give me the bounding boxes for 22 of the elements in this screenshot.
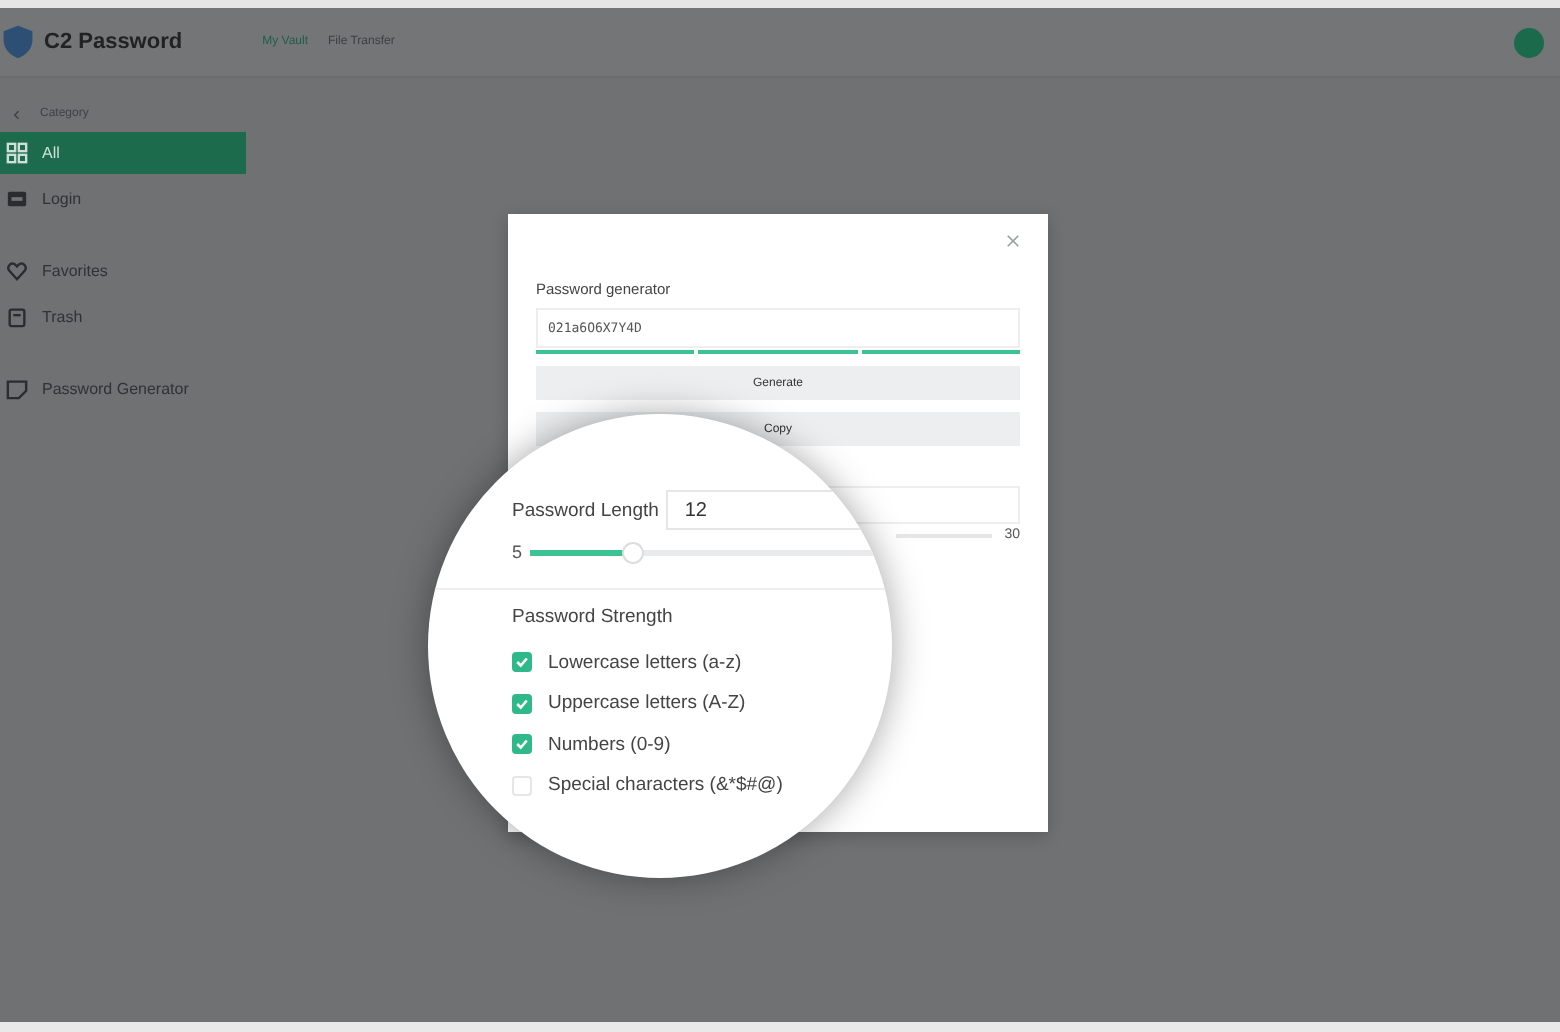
option-label[interactable]: Special characters (&*$#@) bbox=[548, 774, 783, 797]
close-icon[interactable] bbox=[1006, 234, 1020, 248]
avatar[interactable] bbox=[1514, 27, 1544, 57]
checkbox[interactable] bbox=[512, 652, 532, 673]
tag-icon bbox=[6, 378, 28, 400]
trash-icon bbox=[6, 306, 28, 328]
grid-icon bbox=[6, 142, 28, 164]
option-label[interactable]: Lowercase letters (a-z) bbox=[548, 651, 742, 674]
option-label[interactable]: Numbers (0-9) bbox=[548, 733, 671, 756]
shield-logo-icon bbox=[0, 24, 36, 60]
card-icon bbox=[6, 188, 28, 210]
checkbox[interactable] bbox=[512, 734, 532, 755]
strength-label: Password Strength bbox=[512, 606, 675, 628]
length-label: Password Length bbox=[512, 499, 661, 521]
heart-icon bbox=[6, 260, 28, 282]
slider-min-label: 5 bbox=[512, 542, 523, 562]
checkbox[interactable] bbox=[512, 693, 532, 714]
app-name: C2 Password bbox=[44, 30, 183, 54]
slider-handle[interactable] bbox=[621, 541, 644, 563]
option-label[interactable]: Uppercase letters (A-Z) bbox=[548, 692, 746, 715]
chevron-icon[interactable] bbox=[12, 109, 20, 119]
sidebar-item[interactable]: All bbox=[0, 132, 246, 174]
